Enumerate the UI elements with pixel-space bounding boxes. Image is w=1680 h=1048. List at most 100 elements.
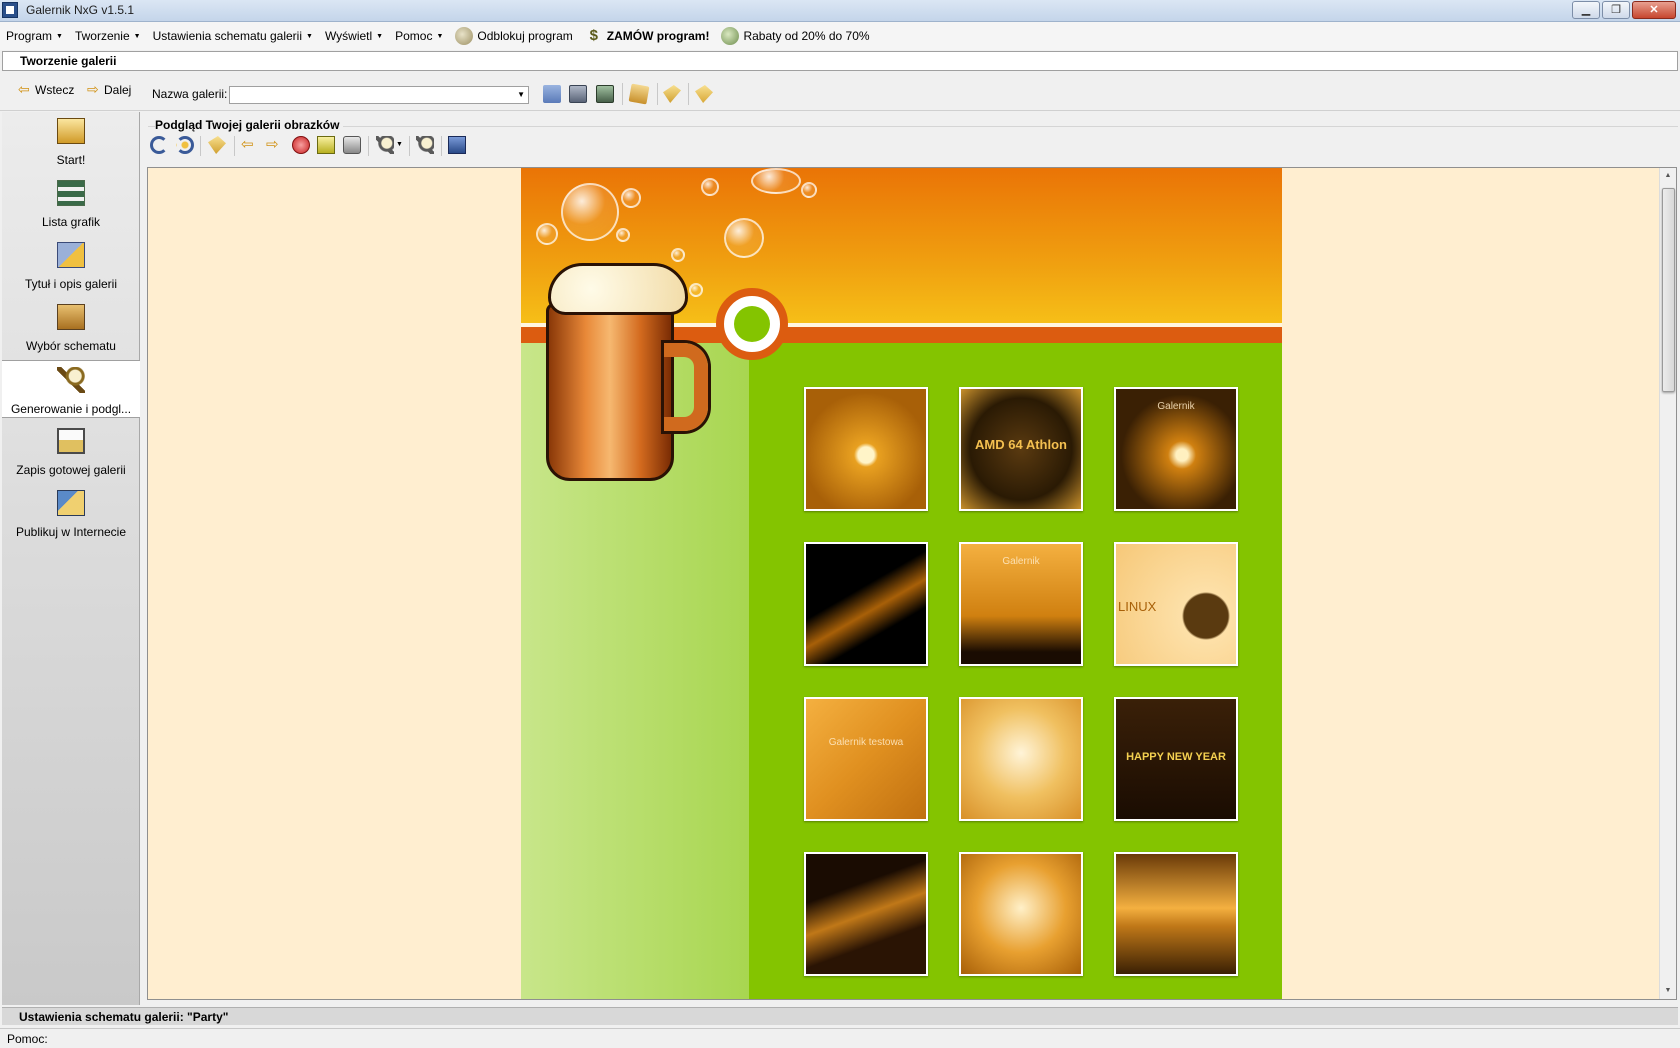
app-icon[interactable] — [2, 2, 18, 18]
gallery-name-label: Nazwa galerii: — [152, 87, 228, 101]
toolbar-separator — [688, 83, 689, 105]
tag-icon[interactable] — [695, 85, 713, 103]
toolbar-separator — [441, 136, 442, 156]
bubble-shape — [561, 183, 619, 241]
menu-program[interactable]: Program ▼ — [6, 29, 63, 43]
sidebar-item-start[interactable]: Start! — [2, 112, 140, 170]
zoom-icon[interactable] — [376, 136, 394, 154]
edit-tag-icon[interactable] — [663, 85, 681, 103]
preview-toolbar: ⇦ ⇨ ▼ — [148, 136, 548, 158]
arrow-right-icon[interactable]: ⇨ — [266, 136, 284, 154]
toolbar-separator — [368, 136, 369, 156]
arrow-left-icon[interactable]: ⇦ — [241, 136, 259, 154]
back-button[interactable]: Wstecz — [18, 81, 74, 98]
search-icon[interactable] — [416, 136, 434, 154]
sidebar-item-tytul-opis[interactable]: Tytuł i opis galerii — [2, 236, 140, 294]
package-icon[interactable] — [628, 83, 650, 105]
bubble-shape — [671, 248, 685, 262]
close-button[interactable]: ✕ — [1632, 1, 1676, 19]
tag-icon[interactable] — [208, 136, 226, 154]
gallery-preview[interactable]: AMD 64 Athlon Galernik Galernik LINUX Ga… — [147, 167, 1677, 1000]
printer-icon[interactable] — [343, 136, 361, 154]
discount-link[interactable]: Rabaty od 20% do 70% — [721, 27, 870, 45]
bubble-shape — [701, 178, 719, 196]
menu-tworzenie[interactable]: Tworzenie ▼ — [75, 29, 141, 43]
gallery-name-combo[interactable]: ▼ — [229, 86, 529, 104]
magnifier-icon — [57, 367, 85, 393]
scheme-settings-label: Ustawienia schematu galerii: "Party" — [19, 1010, 229, 1024]
bubble-shape — [536, 223, 558, 245]
menu-wyswietl[interactable]: Wyświetl ▼ — [325, 29, 383, 43]
arrow-left-icon — [18, 81, 30, 98]
gallery-thumbnail[interactable]: LINUX — [1114, 542, 1238, 666]
image-icon[interactable] — [448, 136, 466, 154]
sidebar-item-wybor-schematu[interactable]: Wybór schematu — [2, 298, 140, 356]
chevron-down-icon[interactable]: ▼ — [396, 136, 404, 154]
publish-icon — [57, 490, 85, 516]
caret-down-icon: ▼ — [376, 32, 384, 40]
window-controls: ▁ ❐ ✕ — [1572, 1, 1676, 19]
logo-badge — [716, 288, 788, 360]
minimize-button[interactable]: ▁ — [1572, 1, 1600, 19]
save-icon[interactable] — [569, 85, 587, 103]
gallery-thumbnail[interactable] — [804, 387, 928, 511]
chevron-down-icon: ▼ — [517, 90, 525, 99]
refresh-icon[interactable] — [150, 136, 168, 154]
beer-mug-illustration — [546, 263, 708, 483]
sidebar-item-publikuj[interactable]: Publikuj w Internecie — [2, 484, 140, 542]
gallery-page: AMD 64 Athlon Galernik Galernik LINUX Ga… — [521, 168, 1282, 999]
scheme-settings-bar[interactable]: Ustawienia schematu galerii: "Party" — [2, 1007, 1678, 1025]
forward-button[interactable]: Dalej — [87, 81, 131, 98]
scroll-thumb[interactable] — [1662, 188, 1675, 392]
toolbar-separator — [657, 83, 658, 105]
gallery-thumbnail[interactable] — [959, 697, 1083, 821]
gallery-thumbnail[interactable] — [804, 542, 928, 666]
bubble-shape — [751, 168, 801, 194]
main-toolbar: Wstecz Dalej Nazwa galerii: ▼ — [0, 73, 1680, 111]
gallery-thumbnail[interactable] — [959, 852, 1083, 976]
toolbar-separator — [200, 136, 201, 156]
film-icon — [57, 118, 85, 144]
gallery-thumbnail[interactable]: Galernik — [959, 542, 1083, 666]
schema-icon — [57, 304, 85, 330]
preview-group-line — [148, 126, 1678, 127]
arrow-right-icon — [87, 81, 99, 98]
order-program-button[interactable]: $ ZAMÓW program! — [585, 27, 710, 45]
sidebar-item-zapis[interactable]: Zapis gotowej galerii — [2, 422, 140, 480]
save-as-icon[interactable] — [596, 85, 614, 103]
preview-title: Podgląd Twojej galerii obrazków — [155, 118, 344, 132]
bubble-shape — [616, 228, 630, 242]
vertical-scrollbar[interactable]: ▲ ▼ — [1659, 168, 1676, 999]
wizard-sidebar: Start! Lista grafik Tytuł i opis galerii… — [2, 112, 140, 1005]
toolbar-separator — [234, 136, 235, 156]
open-gallery-icon[interactable] — [543, 85, 561, 103]
toolbar-separator — [622, 83, 623, 105]
menu-ustawienia-schematu[interactable]: Ustawienia schematu galerii ▼ — [153, 29, 313, 43]
scroll-down-icon[interactable]: ▼ — [1660, 983, 1676, 999]
caret-down-icon: ▼ — [133, 32, 141, 40]
bubble-shape — [689, 283, 703, 297]
stop-icon[interactable] — [292, 136, 310, 154]
maximize-button[interactable]: ❐ — [1602, 1, 1630, 19]
menu-bar: Program ▼ Tworzenie ▼ Ustawienia schematu … — [0, 22, 1680, 50]
gallery-thumbnail[interactable] — [1114, 852, 1238, 976]
gallery-thumbnail[interactable]: Galernik testowa — [804, 697, 928, 821]
refresh-all-icon[interactable] — [176, 136, 194, 154]
gallery-thumbnail[interactable]: HAPPY NEW YEAR — [1114, 697, 1238, 821]
folder-icon — [57, 242, 85, 268]
gallery-thumbnail[interactable]: AMD 64 Athlon — [959, 387, 1083, 511]
gallery-thumbnail[interactable] — [804, 852, 928, 976]
caret-down-icon: ▼ — [436, 32, 444, 40]
sidebar-item-generowanie[interactable]: Generowanie i podgl... — [2, 360, 140, 418]
unlock-program-button[interactable]: Odblokuj program — [455, 27, 573, 45]
status-bar: Pomoc: — [0, 1028, 1680, 1048]
gallery-thumbnail[interactable]: Galernik — [1114, 387, 1238, 511]
scroll-up-icon[interactable]: ▲ — [1660, 168, 1676, 184]
dollar-icon: $ — [589, 27, 598, 44]
menu-pomoc[interactable]: Pomoc ▼ — [395, 29, 443, 43]
window-title: Galernik NxG v1.5.1 — [26, 3, 135, 17]
sidebar-item-lista-grafik[interactable]: Lista grafik — [2, 174, 140, 232]
floppy-icon — [57, 428, 85, 454]
page-icon[interactable] — [317, 136, 335, 154]
bubble-shape — [801, 182, 817, 198]
